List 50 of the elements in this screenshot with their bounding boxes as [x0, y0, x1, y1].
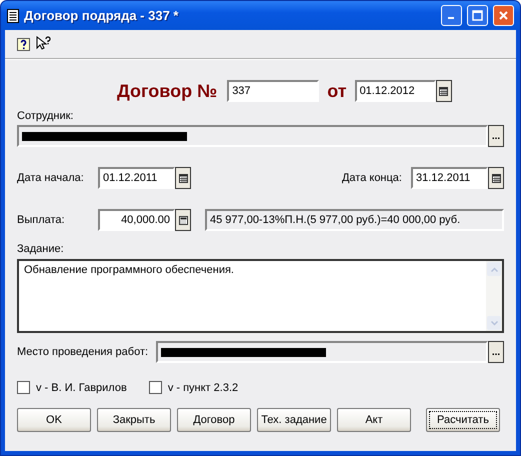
minimize-button[interactable] — [441, 5, 462, 26]
work-place-label: Место проведения работ: — [17, 346, 150, 358]
dialog-button[interactable]: Закрыть — [97, 408, 171, 432]
calendar-button[interactable] — [488, 167, 504, 189]
calculator-button[interactable] — [175, 209, 191, 231]
payment-field[interactable]: 40,000.00 — [98, 209, 175, 231]
chevron-down-icon — [490, 320, 498, 326]
end-date-field[interactable]: 31.12.2011 — [411, 167, 488, 189]
calendar-button[interactable] — [175, 167, 191, 189]
dialog-button[interactable]: Тех. задание — [257, 408, 331, 432]
contract-number-field[interactable]: 337 — [227, 80, 320, 102]
window-title: Договор подряда - 337 * — [24, 8, 180, 23]
browse-button[interactable]: ... — [488, 341, 504, 363]
close-icon — [498, 10, 509, 21]
payment-label: Выплата: — [17, 214, 66, 226]
dialog-button[interactable]: OK — [17, 408, 91, 432]
maximize-button[interactable] — [467, 5, 488, 26]
chevron-up-icon — [490, 266, 498, 272]
calendar-icon — [178, 174, 188, 182]
calendar-icon — [439, 86, 448, 96]
checkbox[interactable] — [17, 381, 30, 394]
document-icon — [7, 8, 19, 22]
pointer-question-icon — [36, 36, 52, 52]
help-icon — [17, 38, 30, 50]
task-text-area[interactable]: Обнавление программного обеспечения. — [17, 259, 504, 333]
calendar-icon — [492, 174, 500, 182]
checkbox-label: v - В. И. Гаврилов — [36, 382, 127, 394]
task-label: Задание: — [17, 243, 65, 255]
help-button[interactable] — [17, 38, 30, 50]
work-place-field[interactable] — [156, 341, 488, 363]
contract-number-label: Договор № — [117, 80, 218, 102]
date-label: от — [327, 80, 347, 102]
context-help-button[interactable] — [36, 36, 52, 52]
employee-field[interactable] — [17, 125, 488, 147]
browse-button[interactable]: ... — [488, 125, 504, 147]
dialog-button[interactable]: Договор — [177, 408, 251, 432]
employee-label: Сотрудник: — [17, 110, 74, 122]
start-date-field[interactable]: 01.12.2011 — [98, 167, 175, 189]
calculator-icon — [178, 216, 188, 224]
dialog-button[interactable]: Расчитать — [426, 408, 500, 432]
start-date-label: Дата начала: — [17, 172, 85, 184]
payment-calculation-field: 45 977,00-13%П.Н.(5 977,00 руб.)=40 000,00 руб. — [205, 209, 504, 231]
contract-date-field[interactable]: 01.12.2012 — [354, 80, 436, 102]
dialog-button[interactable]: Акт — [337, 408, 411, 432]
maximize-icon — [472, 10, 483, 21]
checkbox[interactable] — [148, 381, 162, 394]
end-date-label: Дата конца: — [342, 172, 402, 184]
close-button[interactable] — [493, 5, 514, 26]
calendar-button[interactable] — [436, 80, 452, 102]
checkbox-label: v - пункт 2.3.2 — [168, 382, 238, 394]
